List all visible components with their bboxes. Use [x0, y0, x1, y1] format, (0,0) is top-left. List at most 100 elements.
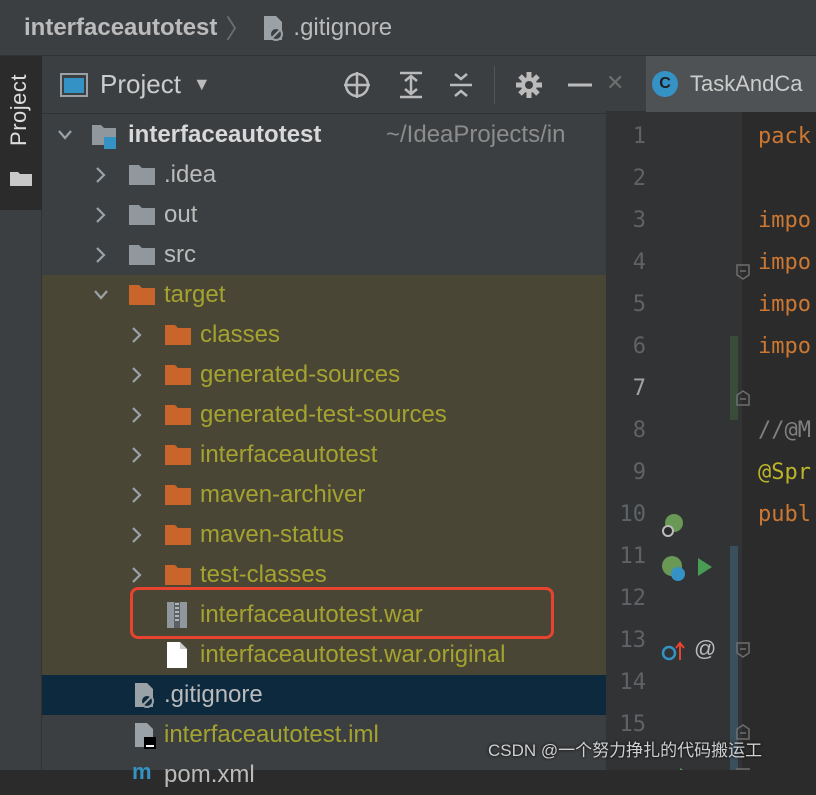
code-line: //@M — [758, 418, 811, 443]
code-line: @Spr — [758, 460, 811, 485]
tab-task-and-case[interactable]: C TaskAndCa — [646, 56, 816, 112]
project-panel-title[interactable]: Project — [100, 69, 181, 100]
chevron-right-icon[interactable] — [130, 324, 144, 346]
excluded-folder-icon — [165, 365, 191, 385]
close-icon[interactable]: ✕ — [606, 70, 624, 96]
chevron-right-icon[interactable] — [130, 404, 144, 426]
module-folder-icon — [92, 125, 116, 149]
tree-item-classes[interactable]: classes — [42, 315, 606, 355]
tree-item-generated-sources[interactable]: generated-sources — [42, 355, 606, 395]
chevron-right-icon[interactable] — [130, 364, 144, 386]
excluded-folder-icon — [165, 405, 191, 425]
tree-item-label: target — [164, 281, 226, 308]
tree-item-generated-test-sources[interactable]: generated-test-sources — [42, 395, 606, 435]
excluded-folder-icon — [165, 565, 191, 585]
fold-icon[interactable] — [736, 642, 750, 658]
project-tool-tab[interactable]: Project — [0, 56, 42, 210]
project-tree: interfaceautotest ~/IdeaProjects/in .ide… — [42, 114, 606, 788]
line-number: 1 — [632, 124, 646, 149]
spring-app-icon[interactable] — [660, 554, 688, 582]
line-number: 4 — [632, 250, 646, 275]
tree-item-root[interactable]: interfaceautotest ~/IdeaProjects/in — [42, 115, 606, 155]
tree-item-maven-archiver[interactable]: maven-archiver — [42, 475, 606, 515]
breadcrumb-file[interactable]: .gitignore — [261, 14, 392, 42]
tool-window-strip: Project — [0, 56, 42, 770]
header-divider — [494, 66, 495, 104]
tree-item-interfaceautotest-folder[interactable]: interfaceautotest — [42, 435, 606, 475]
run-icon[interactable] — [696, 556, 714, 578]
crosshair-icon[interactable] — [342, 70, 372, 100]
tree-item-idea[interactable]: .idea — [42, 155, 606, 195]
spring-bean-icon[interactable] — [660, 512, 686, 538]
line-number: 5 — [632, 292, 646, 317]
vcs-change-marker — [730, 336, 738, 420]
editor-gutter: 1 2 3 4 5 6 7 8 9 10 11 12 13 14 15 @ — [606, 112, 750, 770]
chevron-right-icon[interactable] — [130, 524, 144, 546]
project-view-icon — [60, 72, 88, 97]
tree-item-target[interactable]: target — [42, 275, 606, 315]
maven-icon: m — [132, 759, 152, 784]
line-number: 15 — [619, 712, 647, 737]
file-icon — [167, 642, 187, 668]
excluded-folder-icon — [165, 445, 191, 465]
line-number: 11 — [619, 544, 647, 569]
excluded-folder-icon — [129, 285, 155, 305]
chevron-right-icon[interactable] — [94, 164, 108, 186]
code-line: pack — [758, 124, 811, 149]
minimize-icon[interactable] — [566, 70, 596, 100]
line-number: 7 — [632, 376, 646, 401]
fold-icon[interactable] — [736, 264, 750, 280]
breadcrumb-file-label: .gitignore — [293, 13, 393, 41]
line-number: 2 — [632, 166, 646, 191]
excluded-folder-icon — [165, 325, 191, 345]
line-number: 14 — [619, 670, 647, 695]
tree-item-pom[interactable]: m pom.xml — [42, 755, 606, 795]
gear-icon[interactable] — [514, 70, 544, 100]
code-line: impo — [758, 208, 811, 233]
code-line: impo — [758, 334, 811, 359]
breadcrumb-project[interactable]: interfaceautotest — [24, 14, 217, 42]
tree-item-label: interfaceautotest.iml — [164, 721, 379, 748]
tree-item-src[interactable]: src — [42, 235, 606, 275]
editor-pane: ✕ C TaskAndCa 1 2 3 4 5 6 7 8 9 10 11 12… — [606, 56, 816, 770]
annotation-gutter-mark: @ — [694, 636, 717, 661]
collapse-all-icon[interactable] — [446, 70, 476, 100]
breadcrumb-separator: 〉 — [225, 14, 252, 44]
line-number: 13 — [619, 628, 647, 653]
chevron-right-icon[interactable] — [130, 564, 144, 586]
navigation-bar: interfaceautotest 〉 .gitignore — [0, 0, 816, 56]
project-panel: Project ▼ interfaceautotest ~/IdeaProjec… — [42, 56, 606, 788]
chevron-right-icon[interactable] — [94, 204, 108, 226]
folder-icon — [129, 205, 155, 225]
tree-item-maven-status[interactable]: maven-status — [42, 515, 606, 555]
chevron-right-icon[interactable] — [130, 484, 144, 506]
excluded-folder-icon — [165, 485, 191, 505]
ignore-file-icon — [264, 15, 284, 41]
folder-icon — [10, 172, 32, 186]
fold-icon[interactable] — [736, 390, 750, 406]
tree-item-label: maven-status — [200, 521, 345, 548]
tree-item-out[interactable]: out — [42, 195, 606, 235]
tree-item-label: interfaceautotest — [200, 441, 378, 468]
tree-item-label: interfaceautotest — [128, 121, 322, 148]
run-icon[interactable] — [678, 766, 696, 770]
tree-item-label: out — [164, 201, 198, 228]
tree-item-label: .gitignore — [164, 681, 263, 708]
tree-item-war-original[interactable]: interfaceautotest.war.original — [42, 635, 606, 675]
chevron-down-icon[interactable]: ▼ — [193, 74, 211, 95]
tree-item-label: interfaceautotest.war.original — [200, 641, 506, 668]
chevron-down-icon[interactable] — [58, 124, 72, 146]
tree-item-label: src — [164, 241, 196, 268]
override-icon[interactable] — [660, 638, 686, 664]
tree-item-label: pom.xml — [164, 761, 255, 788]
chevron-down-icon[interactable] — [94, 284, 108, 306]
code-line: impo — [758, 250, 811, 275]
tree-item-label: .idea — [164, 161, 217, 188]
folder-icon — [129, 245, 155, 265]
tree-item-gitignore[interactable]: .gitignore — [42, 675, 606, 715]
tree-item-label: generated-sources — [200, 361, 401, 388]
chevron-right-icon[interactable] — [130, 444, 144, 466]
chevron-right-icon[interactable] — [94, 244, 108, 266]
code-line: impo — [758, 292, 811, 317]
expand-all-icon[interactable] — [396, 70, 426, 100]
